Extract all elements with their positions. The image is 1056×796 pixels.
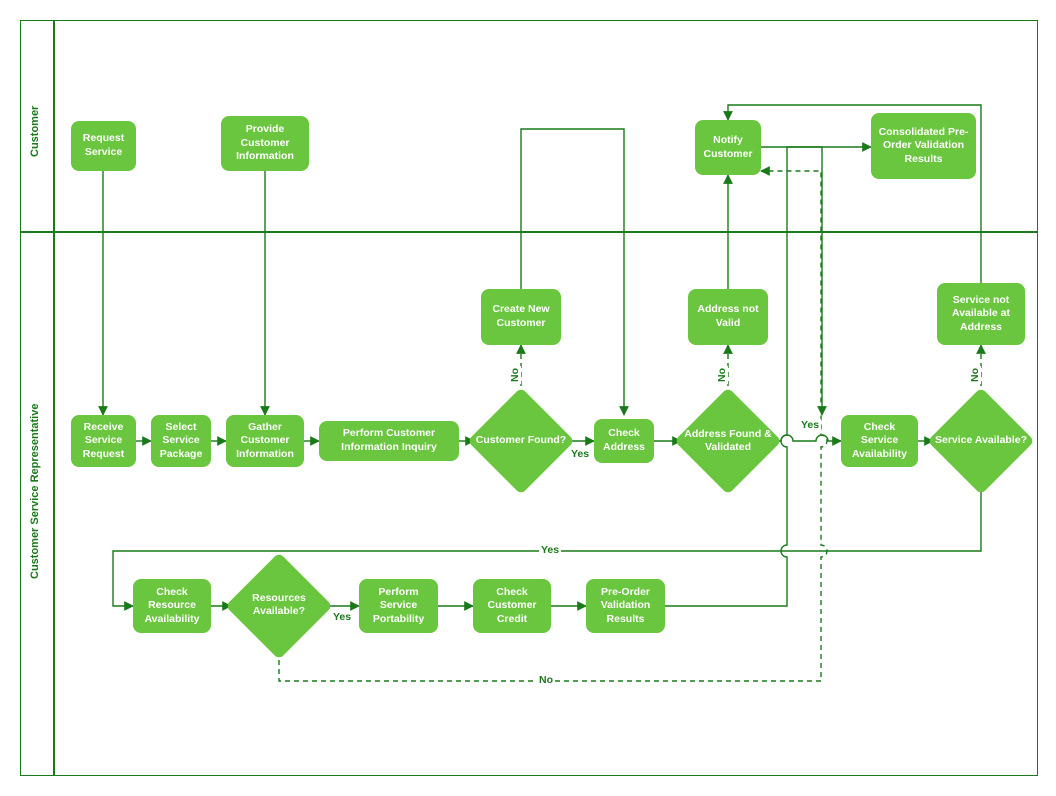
node-perform-service-portability: Perform Service Portability: [359, 579, 438, 633]
node-resources-available: [225, 552, 332, 659]
label-resources-yes: Yes: [331, 611, 353, 623]
node-preorder-validation-results: Pre-Order Validation Results: [586, 579, 665, 633]
node-service-not-available: Service not Available at Address: [937, 283, 1025, 345]
label-address-yes: Yes: [799, 419, 821, 431]
node-consolidated-results: Consolidated Pre-Order Validation Result…: [871, 113, 976, 179]
node-customer-found: [467, 387, 574, 494]
node-address-found-validated: [674, 387, 781, 494]
lane-label-csr: Customer Service Representative: [29, 361, 49, 621]
label-resources-no: No: [537, 674, 555, 686]
node-gather-customer-info: Gather Customer Information: [226, 415, 304, 467]
node-request-service: Request Service: [71, 121, 136, 171]
node-check-resource-availability: Check Resource Availability: [133, 579, 211, 633]
node-receive-service-request: Receive Service Request: [71, 415, 136, 467]
label-address-no: No: [716, 366, 728, 384]
label-customer-found-no: No: [509, 366, 521, 384]
node-check-customer-credit: Check Customer Credit: [473, 579, 551, 633]
label-service-no: No: [969, 366, 981, 384]
node-notify-customer: Notify Customer: [695, 120, 761, 175]
node-create-new-customer: Create New Customer: [481, 289, 561, 345]
label-service-yes: Yes: [539, 544, 561, 556]
lane-horizontal-border: [21, 231, 1037, 233]
node-check-service-availability: Check Service Availability: [841, 415, 918, 467]
node-service-available: [927, 387, 1034, 494]
lane-vertical-border: [53, 21, 55, 775]
node-select-service-package: Select Service Package: [151, 415, 211, 467]
node-address-not-valid: Address not Valid: [688, 289, 768, 345]
swimlane-diagram: Customer Customer Service Representative: [20, 20, 1038, 776]
lane-label-customer: Customer: [29, 91, 49, 171]
node-check-address: Check Address: [594, 419, 654, 463]
node-provide-customer-info: Provide Customer Information: [221, 116, 309, 171]
node-perform-customer-inquiry: Perform Customer Information Inquiry: [319, 421, 459, 461]
label-customer-found-yes: Yes: [569, 448, 591, 460]
